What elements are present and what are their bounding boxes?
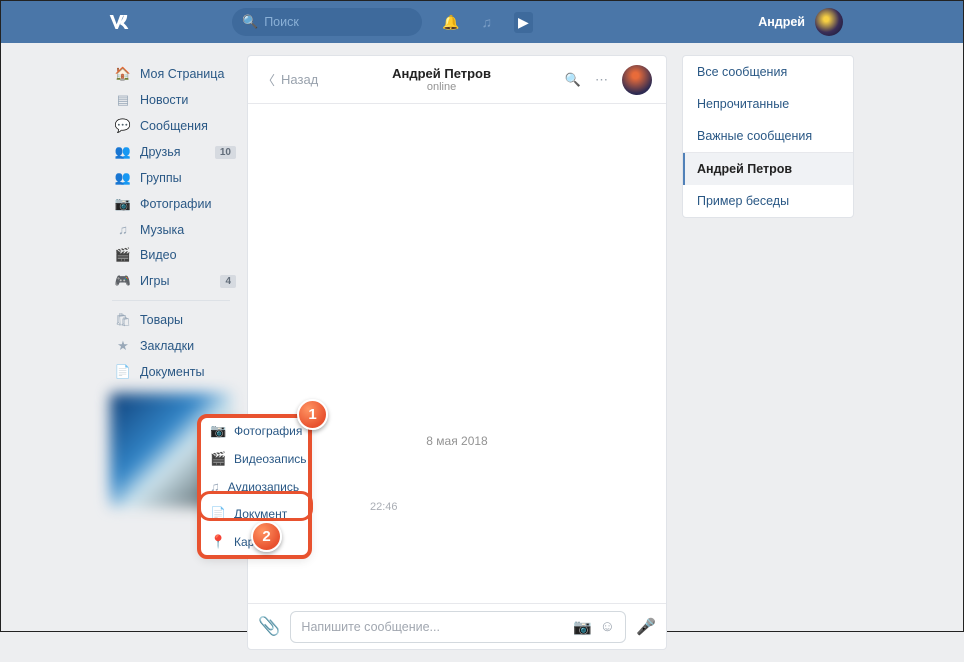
sidebar-label: Игры — [140, 274, 169, 288]
chat-actions: 🔍 ⋯ — [565, 65, 652, 95]
attach-item-Видеозапись[interactable]: 🎬 Видеозапись — [200, 445, 309, 473]
attach-label: Фотография — [234, 424, 302, 438]
attach-label: Документ — [234, 507, 287, 521]
back-button[interactable]: 〈 Назад — [262, 70, 318, 89]
sidebar-icon: 📄 — [114, 364, 132, 380]
sidebar-icon: 🎮 — [114, 273, 132, 289]
header-avatar — [815, 8, 843, 36]
sidebar-label: Видео — [140, 248, 177, 262]
sidebar-icon: 🎬 — [114, 247, 132, 263]
search-icon[interactable]: 🔍 — [565, 72, 581, 88]
sidebar-label: Закладки — [140, 339, 194, 353]
sidebar-item-4[interactable]: 👥 Группы — [110, 165, 232, 191]
sidebar-icon: 🛍 — [114, 312, 132, 328]
attach-icon: ♫ — [210, 479, 220, 494]
attach-icon: 🎬 — [210, 451, 226, 467]
paperclip-icon[interactable]: 📎 — [258, 616, 280, 637]
sidebar-label: Новости — [140, 93, 188, 107]
camera-icon[interactable]: 📷 — [573, 618, 592, 636]
back-label: Назад — [281, 72, 318, 87]
emoji-icon[interactable]: ☺ — [600, 618, 615, 635]
peer-status: online — [318, 81, 565, 93]
sidebar-divider — [112, 300, 230, 301]
sidebar-item2-2[interactable]: 📄 Документы — [110, 359, 232, 385]
rightpane-item-1[interactable]: Непрочитанные — [683, 88, 853, 120]
right-panel: Все сообщенияНепрочитанныеВажные сообщен… — [682, 55, 854, 218]
top-header: 🔍 Поиск 🔔 ♫ ▶ Андрей — [1, 1, 963, 43]
attach-icon: 📄 — [210, 506, 226, 522]
sidebar-label: Моя Страница — [140, 67, 224, 81]
bell-icon[interactable]: 🔔 — [442, 14, 459, 31]
sidebar-item-8[interactable]: 🎮Игры4 — [110, 268, 232, 294]
sidebar-icon: 📷 — [114, 196, 132, 212]
header-icons: 🔔 ♫ ▶ — [442, 12, 533, 33]
date-divider: 8 мая 2018 — [248, 434, 666, 448]
attach-icon: 📍 — [210, 534, 226, 550]
rightpane-item-4[interactable]: Пример беседы — [683, 185, 853, 217]
sidebar-label: Группы — [140, 171, 182, 185]
sidebar-label: Сообщения — [140, 119, 208, 133]
message-input[interactable]: Напишите сообщение... 📷 ☺ — [290, 611, 626, 643]
search-placeholder: Поиск — [264, 15, 299, 29]
sidebar-badge: 10 — [215, 146, 236, 159]
chat-header: 〈 Назад Андрей Петров online 🔍 ⋯ — [248, 56, 666, 104]
sidebar-item-3[interactable]: 👥Друзья10 — [110, 139, 232, 165]
input-placeholder: Напишите сообщение... — [301, 620, 565, 634]
sidebar-item-6[interactable]: ♫ Музыка — [110, 217, 232, 242]
sidebar-icon: 👥 — [114, 170, 132, 186]
callout-2: 2 — [251, 521, 282, 552]
sidebar-label: Фотографии — [140, 197, 211, 211]
header-username: Андрей — [758, 15, 805, 29]
sidebar-icon: 👥 — [114, 144, 132, 160]
sidebar-label: Друзья — [140, 145, 181, 159]
attach-label: Видеозапись — [234, 452, 307, 466]
sidebar-icon: ★ — [114, 338, 132, 354]
rightpane-item-2[interactable]: Важные сообщения — [683, 120, 853, 153]
search-input[interactable]: 🔍 Поиск — [232, 8, 422, 36]
search-icon: 🔍 — [242, 14, 258, 30]
message-time: 22:46 — [370, 501, 398, 513]
sidebar-item-5[interactable]: 📷 Фотографии — [110, 191, 232, 217]
peer-avatar[interactable] — [622, 65, 652, 95]
sidebar-item-0[interactable]: 🏠 Моя Страница — [110, 61, 232, 87]
sidebar-icon: 🏠 — [114, 66, 132, 82]
chat-title[interactable]: Андрей Петров online — [318, 66, 565, 93]
more-icon[interactable]: ⋯ — [595, 72, 608, 88]
peer-name: Андрей Петров — [318, 66, 565, 81]
vk-logo[interactable] — [101, 8, 137, 36]
sidebar-icon: 💬 — [114, 118, 132, 134]
chevron-left-icon: 〈 — [262, 70, 275, 89]
play-icon[interactable]: ▶ — [514, 12, 533, 33]
rightpane-item-0[interactable]: Все сообщения — [683, 56, 853, 88]
header-user[interactable]: Андрей — [758, 8, 843, 36]
left-sidebar: 🏠Моя Страница▤Новости💬Сообщения👥Друзья10… — [110, 55, 232, 650]
attach-item-Документ[interactable]: 📄 Документ — [200, 500, 309, 528]
chat-window: 〈 Назад Андрей Петров online 🔍 ⋯ 8 мая 2… — [247, 55, 667, 650]
rightpane-item-3[interactable]: Андрей Петров — [683, 153, 853, 185]
sidebar-item2-0[interactable]: 🛍 Товары — [110, 307, 232, 333]
music-icon[interactable]: ♫ — [481, 14, 492, 30]
sidebar-label: Музыка — [140, 223, 184, 237]
sidebar-badge: 4 — [220, 275, 236, 288]
callout-1: 1 — [297, 399, 328, 430]
attach-item-Аудиозапись[interactable]: ♫ Аудиозапись — [200, 473, 309, 500]
sidebar-label: Документы — [140, 365, 204, 379]
sidebar-item-7[interactable]: 🎬 Видео — [110, 242, 232, 268]
sidebar-item2-1[interactable]: ★ Закладки — [110, 333, 232, 359]
sidebar-icon: ♫ — [114, 222, 132, 237]
attach-icon: 📷 — [210, 423, 226, 439]
attach-item-Фотография[interactable]: 📷 Фотография — [200, 417, 309, 445]
chat-body: 8 мая 2018 22:46 — [248, 104, 666, 603]
attach-label: Аудиозапись — [228, 480, 299, 494]
sidebar-label: Товары — [140, 313, 183, 327]
sidebar-item-2[interactable]: 💬 Сообщения — [110, 113, 232, 139]
sidebar-item-1[interactable]: ▤ Новости — [110, 87, 232, 113]
chat-input-row: 📎 Напишите сообщение... 📷 ☺ 🎤 — [248, 603, 666, 649]
sidebar-icon: ▤ — [114, 92, 132, 108]
mic-icon[interactable]: 🎤 — [636, 617, 656, 637]
